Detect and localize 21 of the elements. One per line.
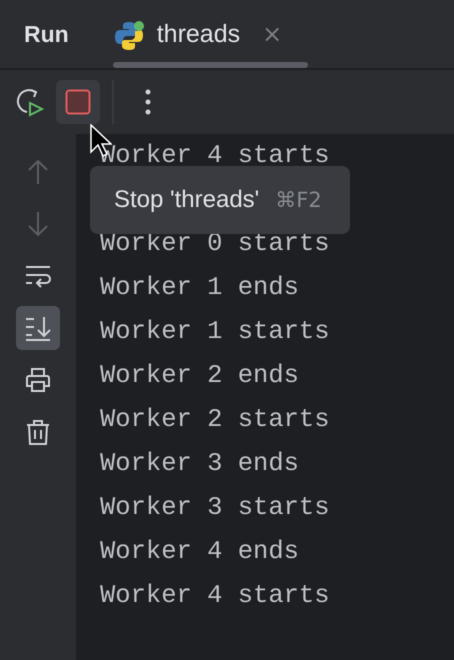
tab[interactable]: threads × [112, 0, 308, 68]
shortcut-text: ⌘F2 [275, 188, 322, 212]
more-icon [145, 89, 151, 115]
stop-icon [65, 89, 91, 115]
console-line: Worker 1 starts [100, 316, 331, 348]
scroll-end-button[interactable] [16, 306, 60, 350]
console-line: Worker 2 ends [100, 360, 300, 392]
console-line: Worker 2 starts [100, 404, 331, 436]
console-line: Worker 4 ends [100, 536, 300, 568]
trash-icon [24, 418, 52, 446]
rerun-icon [15, 87, 45, 117]
tab-label: threads [156, 20, 240, 48]
console-line: Worker 4 starts [100, 580, 331, 612]
print-icon [24, 366, 52, 394]
tooltip-text: Stop 'threads' [114, 186, 260, 214]
console-line: Worker 1 ends [100, 272, 300, 304]
python-logo-icon [112, 20, 145, 52]
console-line: Worker 3 ends [100, 448, 300, 480]
panel-title: Run [24, 20, 69, 48]
console-line: Worker 3 starts [100, 492, 331, 524]
scroll-to-end-icon [24, 314, 52, 342]
